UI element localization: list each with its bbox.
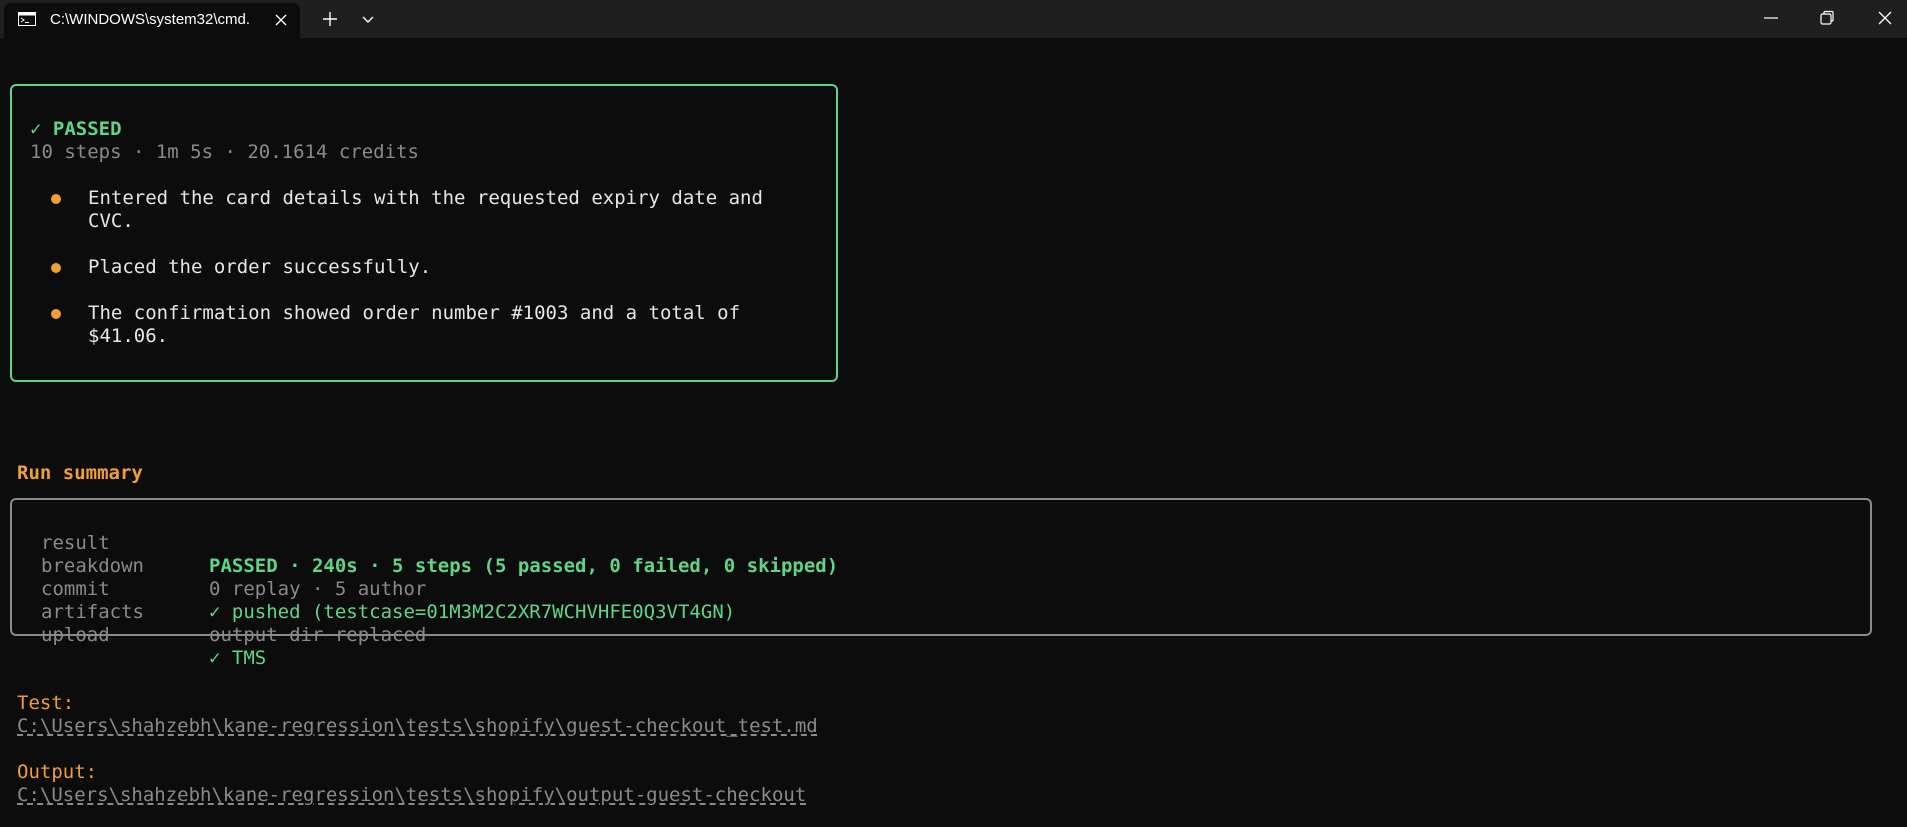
bullet-icon	[51, 309, 61, 319]
terminal-icon	[18, 12, 36, 26]
summary-row-artifacts: artifacts output dir replaced	[41, 578, 426, 646]
test-path-label: Test:	[17, 692, 75, 714]
bullet-icon	[51, 194, 61, 204]
chevron-down-icon[interactable]	[360, 11, 376, 27]
summary-value: ✓ TMS	[209, 647, 267, 669]
result-status: ✓ PASSED	[30, 118, 122, 140]
terminal-output[interactable]: ✓ PASSED 10 steps · 1m 5s · 20.1614 cred…	[0, 38, 1907, 827]
bullet-text: The confirmation showed order number #10…	[88, 302, 741, 347]
summary-key: upload	[41, 624, 110, 646]
summary-value: ✓ pushed (testcase=01M3M2C2XR7WCHVHFE0Q3…	[209, 601, 736, 623]
plus-icon[interactable]	[320, 9, 340, 29]
summary-row-breakdown: breakdown 0 replay · 5 author	[41, 532, 426, 600]
tab-title: C:\WINDOWS\system32\cmd.	[50, 11, 251, 28]
summary-row-upload: upload ✓ TMS	[41, 601, 266, 669]
list-item: The confirmation showed order number #10…	[40, 302, 820, 348]
bullet-text: Placed the order successfully.	[88, 256, 432, 278]
list-item: Entered the card details with the reques…	[40, 187, 820, 233]
close-icon[interactable]	[272, 11, 290, 29]
title-bar: C:\WINDOWS\system32\cmd.	[0, 0, 1907, 38]
bullet-text: Entered the card details with the reques…	[88, 187, 763, 232]
result-meta: 10 steps · 1m 5s · 20.1614 credits	[30, 141, 419, 163]
restore-icon[interactable]	[1818, 9, 1836, 27]
test-path-link[interactable]: C:\Users\shahzebh\kane-regression\tests\…	[17, 715, 818, 738]
summary-row-result: result PASSED · 240s · 5 steps (5 passed…	[41, 509, 838, 577]
output-path-link[interactable]: C:\Users\shahzebh\kane-regression\tests\…	[17, 784, 806, 807]
run-summary-table: result PASSED · 240s · 5 steps (5 passed…	[41, 509, 838, 669]
list-item: Placed the order successfully.	[40, 256, 820, 279]
bullet-icon	[51, 263, 61, 273]
close-icon[interactable]	[1876, 9, 1894, 27]
output-path-label: Output:	[17, 761, 98, 783]
summary-value: PASSED · 240s · 5 steps (5 passed, 0 fai…	[209, 555, 839, 577]
summary-value: output dir replaced	[209, 624, 427, 646]
result-bullets: Entered the card details with the reques…	[40, 187, 820, 371]
run-summary-heading: Run summary	[17, 462, 143, 484]
tab-cmd[interactable]: C:\WINDOWS\system32\cmd.	[4, 3, 300, 38]
summary-row-commit: commit ✓ pushed (testcase=01M3M2C2XR7WCH…	[41, 555, 735, 623]
summary-value: 0 replay · 5 author	[209, 578, 427, 600]
minimize-icon[interactable]	[1762, 9, 1780, 27]
